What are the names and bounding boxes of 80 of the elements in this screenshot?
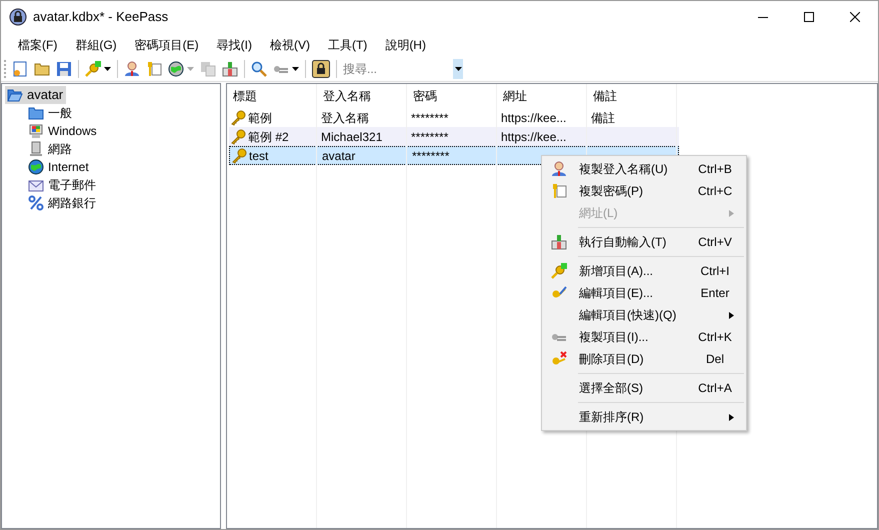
lock-icon bbox=[9, 8, 27, 26]
table-cell-text: test bbox=[249, 148, 268, 164]
tree-item[interactable]: 電子郵件 bbox=[28, 176, 99, 194]
menu-item[interactable]: 複製密碼(P) Ctrl+C bbox=[544, 180, 744, 202]
copy-icon bbox=[200, 61, 216, 77]
table-cell-text: 範例 #2 bbox=[248, 128, 289, 146]
computer-icon bbox=[28, 123, 44, 139]
table-cell-text: ******** bbox=[412, 148, 450, 164]
menu-item[interactable]: 工具(T) bbox=[318, 34, 376, 56]
user-icon bbox=[124, 61, 140, 77]
tree-item[interactable]: 一般 bbox=[28, 104, 75, 122]
menu-item[interactable]: 群組(G) bbox=[66, 34, 126, 56]
caret-icon bbox=[729, 312, 734, 318]
globe-icon bbox=[168, 61, 184, 77]
padlock-icon bbox=[312, 60, 330, 78]
dropdown-button[interactable] bbox=[453, 59, 463, 79]
menu-item[interactable]: 檔案(F) bbox=[9, 34, 66, 56]
column-header[interactable]: 標題 bbox=[227, 84, 317, 108]
menu-item[interactable]: 檢視(V) bbox=[260, 34, 319, 56]
key-add-icon bbox=[85, 61, 101, 77]
key-icon bbox=[231, 148, 247, 164]
caret-icon bbox=[104, 67, 111, 71]
tree-item[interactable]: 網路 bbox=[28, 140, 75, 158]
maximize-icon bbox=[804, 12, 814, 22]
minimize-icon bbox=[758, 16, 768, 18]
search-field[interactable]: 搜尋... bbox=[340, 60, 445, 78]
table-cell-text: https://kee... bbox=[501, 128, 566, 146]
table-cell-text: avatar bbox=[322, 148, 356, 164]
user-icon bbox=[551, 161, 567, 177]
caret-icon bbox=[292, 67, 299, 71]
tree-item[interactable]: Windows bbox=[28, 122, 100, 140]
menu-item[interactable]: 執行自動輸入(T) Ctrl+V bbox=[544, 231, 744, 253]
table-cell-text: Michael321 bbox=[321, 128, 382, 146]
caret-icon bbox=[187, 67, 194, 71]
key-icon bbox=[230, 128, 246, 144]
column-header[interactable]: 密碼 bbox=[407, 84, 497, 108]
tree-item[interactable]: avatar bbox=[5, 86, 66, 104]
key-delete-icon bbox=[551, 351, 567, 367]
key-add-icon bbox=[551, 263, 567, 279]
menu-item[interactable]: 說明(H) bbox=[376, 34, 435, 56]
menu-item[interactable]: 重新排序(R) bbox=[544, 406, 744, 428]
table-row[interactable]: 範例 #2 Michael321 ******** https://kee... bbox=[229, 127, 679, 146]
column-header[interactable]: 備註 bbox=[587, 84, 677, 108]
menu-item[interactable]: 選擇全部(S) Ctrl+A bbox=[544, 377, 744, 399]
save-icon bbox=[56, 61, 72, 77]
table-row[interactable]: 範例 登入名稱 ******** https://kee... 備註 bbox=[229, 108, 679, 127]
folder-icon bbox=[34, 61, 50, 77]
menu-item[interactable]: 新增項目(A)... Ctrl+I bbox=[544, 260, 744, 282]
key-copy-icon bbox=[551, 183, 567, 199]
server-icon bbox=[28, 141, 44, 157]
column-header[interactable]: 網址 bbox=[497, 84, 587, 108]
table-cell-text: 備註 bbox=[591, 110, 615, 126]
tree-item[interactable]: 網路銀行 bbox=[28, 194, 99, 212]
tree-item[interactable]: Internet bbox=[28, 158, 92, 176]
search-icon bbox=[251, 61, 267, 77]
keyboard-icon bbox=[222, 61, 238, 77]
menu-item[interactable]: 刪除項目(D) Del bbox=[544, 348, 744, 370]
caret-icon bbox=[729, 414, 734, 420]
caret-icon bbox=[729, 210, 734, 216]
table-cell-text: 登入名稱 bbox=[321, 110, 369, 126]
keyboard-icon bbox=[551, 234, 567, 250]
key-copy-icon bbox=[146, 61, 162, 77]
menu-item[interactable]: 編輯項目(E)... Enter bbox=[544, 282, 744, 304]
table-cell-text: https://kee... bbox=[501, 110, 566, 126]
percent-icon bbox=[28, 195, 44, 211]
menu-item[interactable]: 尋找(I) bbox=[208, 34, 261, 56]
key-icon bbox=[230, 110, 246, 126]
column-header[interactable]: 登入名稱 bbox=[317, 84, 407, 108]
menu-item[interactable]: 複製項目(I)... Ctrl+K bbox=[544, 326, 744, 348]
table-cell-text: ******** bbox=[411, 128, 448, 146]
menu-item[interactable]: 密碼項目(E) bbox=[126, 34, 208, 56]
table-cell-text: ******** bbox=[411, 110, 448, 126]
globe-icon bbox=[28, 159, 44, 175]
close-icon bbox=[850, 12, 860, 22]
caret-icon bbox=[454, 67, 462, 71]
table-cell-text: 範例 bbox=[248, 110, 272, 126]
menu-item[interactable]: 編輯項目(快速)(Q) bbox=[544, 304, 744, 326]
new-file-icon bbox=[12, 61, 28, 77]
window-title: avatar.kdbx* - KeePass bbox=[33, 8, 168, 26]
lock-button[interactable] bbox=[309, 58, 333, 80]
